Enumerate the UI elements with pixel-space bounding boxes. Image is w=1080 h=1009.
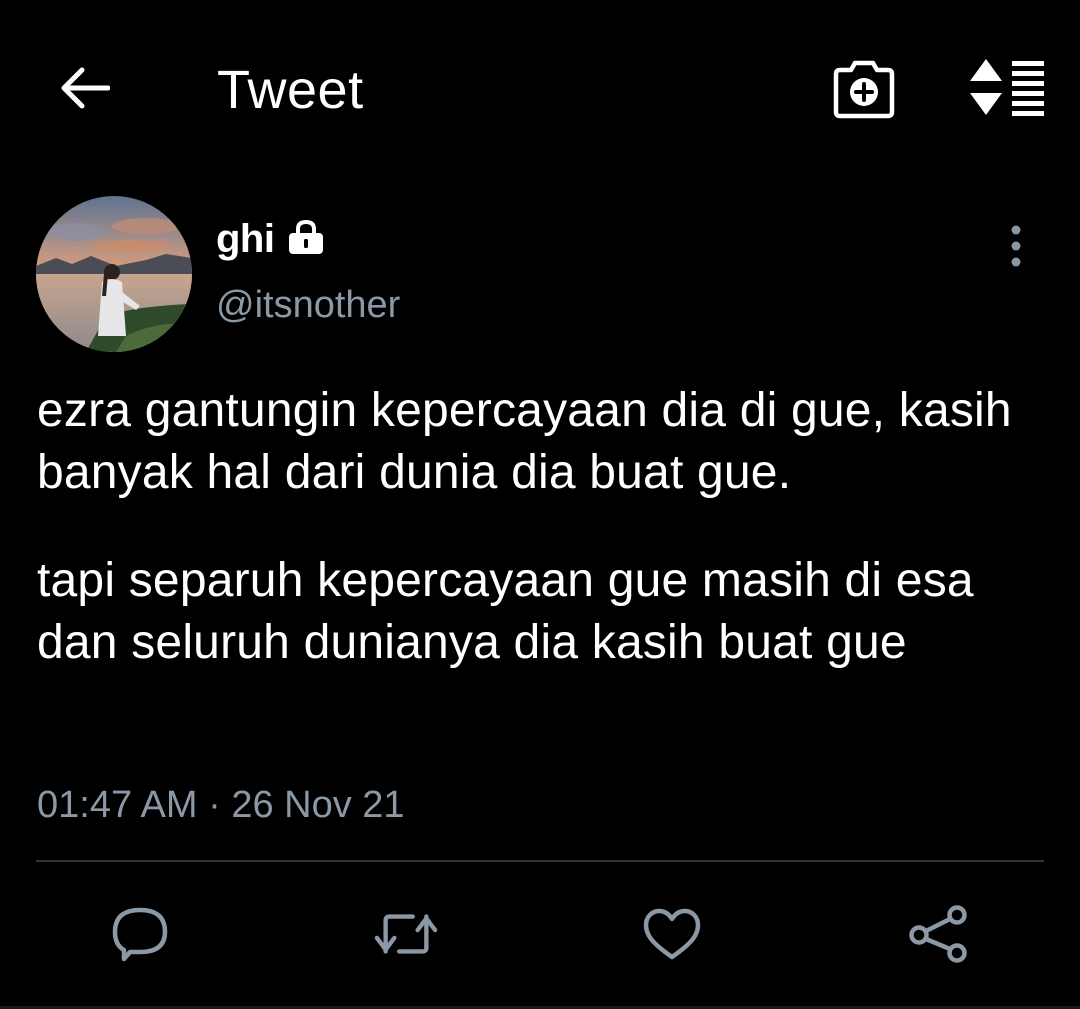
- more-vertical-icon: [1011, 225, 1021, 267]
- arrow-left-icon: [61, 67, 110, 109]
- author-name-row[interactable]: ghi: [216, 214, 326, 264]
- share-button[interactable]: [906, 902, 970, 966]
- lock-icon: [286, 219, 326, 255]
- more-options-button[interactable]: [996, 220, 1036, 272]
- camera-add-icon: [833, 60, 895, 119]
- reply-button[interactable]: [108, 902, 172, 966]
- sort-list-icon: [970, 59, 1044, 116]
- retweet-icon: [374, 914, 438, 954]
- tweet-timestamp: 01:47 AM · 26 Nov 21: [37, 784, 405, 826]
- tweet-paragraph: ezra gantungin kepercayaan dia di gue, k…: [37, 384, 1012, 499]
- like-button[interactable]: [640, 902, 704, 966]
- page-title: Tweet: [217, 60, 364, 120]
- share-icon: [909, 905, 967, 963]
- author-handle: @itsnother: [216, 284, 401, 326]
- top-app-bar: Tweet: [0, 0, 1080, 180]
- sort-replies-button[interactable]: [964, 54, 1052, 120]
- author-display-name: ghi: [216, 217, 275, 261]
- back-button[interactable]: [52, 58, 116, 118]
- tweet-paragraph: tapi separuh kepercayaan gue masih di es…: [37, 554, 974, 669]
- divider: [36, 860, 1044, 862]
- like-icon: [643, 908, 701, 960]
- avatar-photo: [36, 196, 192, 352]
- tweet-text: ezra gantungin kepercayaan dia di gue, k…: [37, 380, 1047, 674]
- avatar[interactable]: [36, 196, 192, 352]
- retweet-button[interactable]: [374, 902, 438, 966]
- add-photo-button[interactable]: [826, 56, 902, 122]
- reply-icon: [112, 907, 168, 962]
